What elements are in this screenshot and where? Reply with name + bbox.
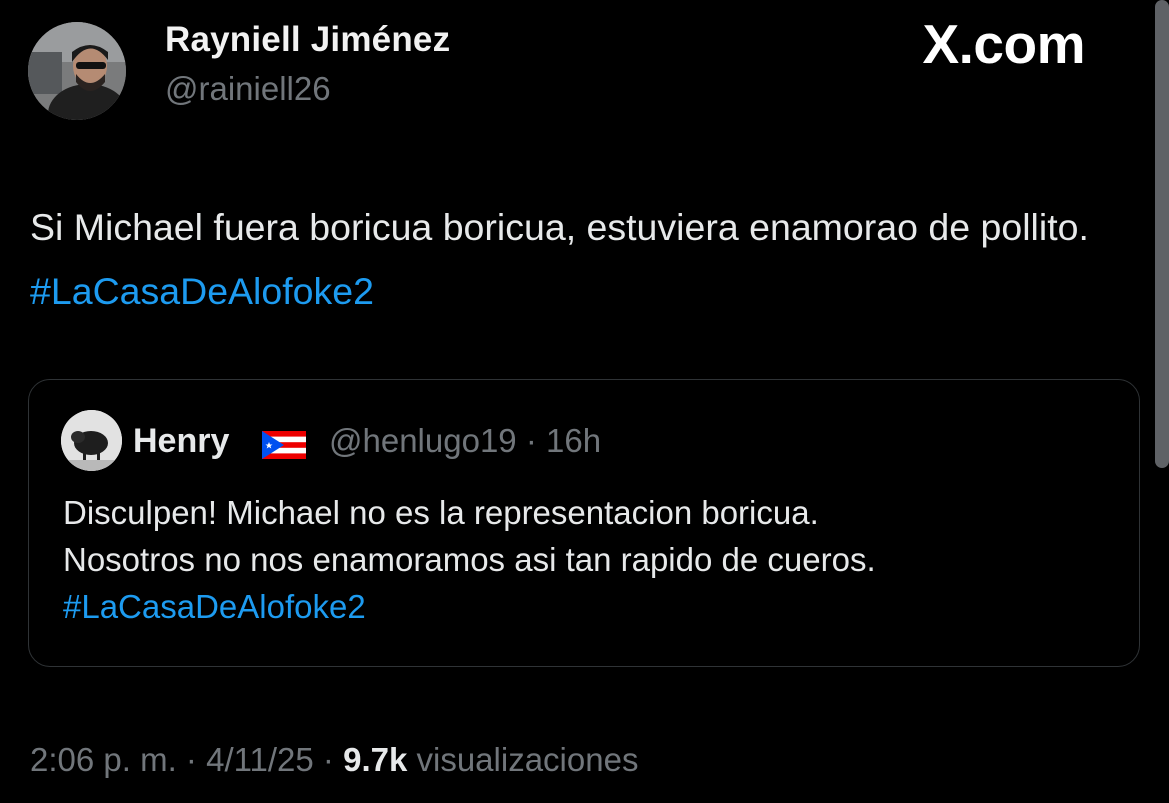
author-avatar[interactable]: [28, 22, 126, 120]
quoted-hashtag-link[interactable]: #LaCasaDeAlofoke2: [63, 583, 1123, 630]
meta-separator-1: ·: [185, 741, 197, 778]
quoted-text-line-2: Nosotros no nos enamoramos asi tan rapid…: [63, 541, 876, 578]
quoted-separator: ·: [525, 422, 537, 459]
tweet-hashtag-link[interactable]: #LaCasaDeAlofoke2: [30, 270, 374, 312]
meta-separator-2: ·: [322, 741, 334, 778]
tweet-time[interactable]: 2:06 p. m.: [30, 741, 177, 778]
quoted-time-ago[interactable]: 16h: [546, 422, 601, 459]
tweet-date[interactable]: 4/11/25: [206, 741, 314, 778]
tweet-text: Si Michael fuera boricua boricua, estuvi…: [30, 195, 1130, 323]
quoted-handle[interactable]: @henlugo19: [329, 422, 517, 459]
quoted-text-line-1: Disculpen! Michael no es la representaci…: [63, 494, 819, 531]
quoted-tweet-card[interactable]: Henry @henlugo19 · 16h Disculpen! Michae…: [28, 379, 1140, 667]
puerto-rico-flag-icon: [262, 431, 306, 459]
views-count: 9.7k: [343, 741, 408, 778]
tweet-metadata: 2:06 p. m. · 4/11/25 · 9.7k visualizacio…: [30, 741, 638, 779]
scrollbar[interactable]: [1155, 0, 1169, 803]
quoted-handle-time: @henlugo19 · 16h: [329, 422, 601, 460]
views-label: visualizaciones: [416, 741, 639, 778]
quoted-author-avatar[interactable]: [61, 410, 122, 471]
quoted-tweet-text: Disculpen! Michael no es la representaci…: [63, 489, 1123, 630]
scrollbar-thumb[interactable]: [1155, 0, 1169, 468]
author-handle[interactable]: @rainiell26: [165, 70, 331, 108]
x-brand-watermark: X.com: [922, 13, 1085, 75]
tweet-body-text: Si Michael fuera boricua boricua, estuvi…: [30, 206, 1089, 248]
author-display-name[interactable]: Rayniell Jiménez: [165, 20, 450, 60]
quoted-display-name[interactable]: Henry: [133, 422, 229, 461]
